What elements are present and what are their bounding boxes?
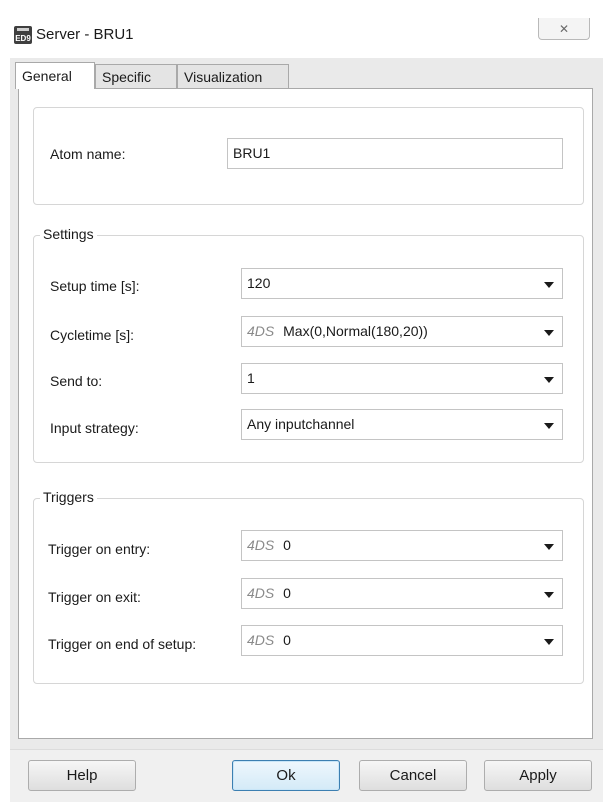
trigger-on-entry-select[interactable]: 4DS 0	[241, 530, 563, 561]
atom-name-label: Atom name:	[50, 146, 126, 162]
trigger-on-end-setup-select[interactable]: 4DS 0	[241, 625, 563, 656]
chevron-down-icon	[544, 423, 554, 429]
settings-legend: Settings	[40, 226, 97, 242]
window-title: Server - BRU1	[36, 26, 134, 43]
trigger-on-entry-label: Trigger on entry:	[48, 541, 151, 557]
setup-time-value: 120	[247, 275, 271, 291]
atom-name-input[interactable]: BRU1	[227, 138, 563, 169]
ok-button[interactable]: Ok	[232, 760, 340, 791]
setup-time-label: Setup time [s]:	[50, 278, 140, 294]
app-icon-text: ED9	[15, 34, 31, 43]
settings-group: Settings Setup time [s]: 120 Cycletime […	[33, 226, 584, 463]
4ds-prefix: 4DS	[247, 632, 275, 648]
chevron-down-icon	[544, 639, 554, 645]
button-bar: Help Ok Cancel Apply	[10, 749, 603, 802]
dialog-window: ED9 Server - BRU1 ✕ General Specific Vis…	[10, 14, 603, 802]
cycletime-select[interactable]: 4DS Max(0,Normal(180,20))	[241, 316, 563, 347]
app-icon: ED9	[14, 26, 32, 44]
trigger-on-end-setup-value: 0	[283, 632, 291, 648]
setup-time-select[interactable]: 120	[241, 268, 563, 299]
chevron-down-icon	[544, 592, 554, 598]
chevron-down-icon	[544, 544, 554, 550]
chevron-down-icon	[544, 282, 554, 288]
chevron-down-icon	[544, 377, 554, 383]
send-to-label: Send to:	[50, 373, 103, 389]
input-strategy-select[interactable]: Any inputchannel	[241, 409, 563, 440]
input-strategy-label: Input strategy:	[50, 420, 139, 436]
general-panel: Atom name: BRU1 Settings Setup time [s]:…	[18, 88, 593, 739]
trigger-on-entry-value: 0	[283, 537, 291, 553]
atom-name-group: Atom name: BRU1	[33, 107, 584, 205]
close-icon: ✕	[558, 21, 570, 36]
trigger-on-exit-label: Trigger on exit:	[48, 589, 141, 605]
help-button[interactable]: Help	[28, 760, 136, 791]
send-to-select[interactable]: 1	[241, 363, 563, 394]
4ds-prefix: 4DS	[247, 585, 275, 601]
trigger-on-end-setup-label: Trigger on end of setup:	[48, 636, 197, 652]
4ds-prefix: 4DS	[247, 537, 275, 553]
triggers-legend: Triggers	[40, 489, 97, 505]
cycletime-value: Max(0,Normal(180,20))	[283, 323, 428, 339]
input-strategy-value: Any inputchannel	[247, 416, 355, 432]
tab-visualization[interactable]: Visualization	[177, 64, 289, 88]
cycletime-label: Cycletime [s]:	[50, 327, 135, 343]
4ds-prefix: 4DS	[247, 323, 275, 339]
send-to-value: 1	[247, 370, 255, 386]
chevron-down-icon	[544, 330, 554, 336]
title-bar: ED9 Server - BRU1 ✕	[10, 14, 603, 58]
close-button[interactable]: ✕	[538, 18, 590, 40]
apply-button[interactable]: Apply	[484, 760, 592, 791]
triggers-group: Triggers Trigger on entry: 4DS 0 Trigger…	[33, 489, 584, 684]
trigger-on-exit-select[interactable]: 4DS 0	[241, 578, 563, 609]
tab-general[interactable]: General	[15, 62, 95, 89]
cancel-button[interactable]: Cancel	[359, 760, 467, 791]
trigger-on-exit-value: 0	[283, 585, 291, 601]
tab-specific[interactable]: Specific	[95, 64, 177, 88]
